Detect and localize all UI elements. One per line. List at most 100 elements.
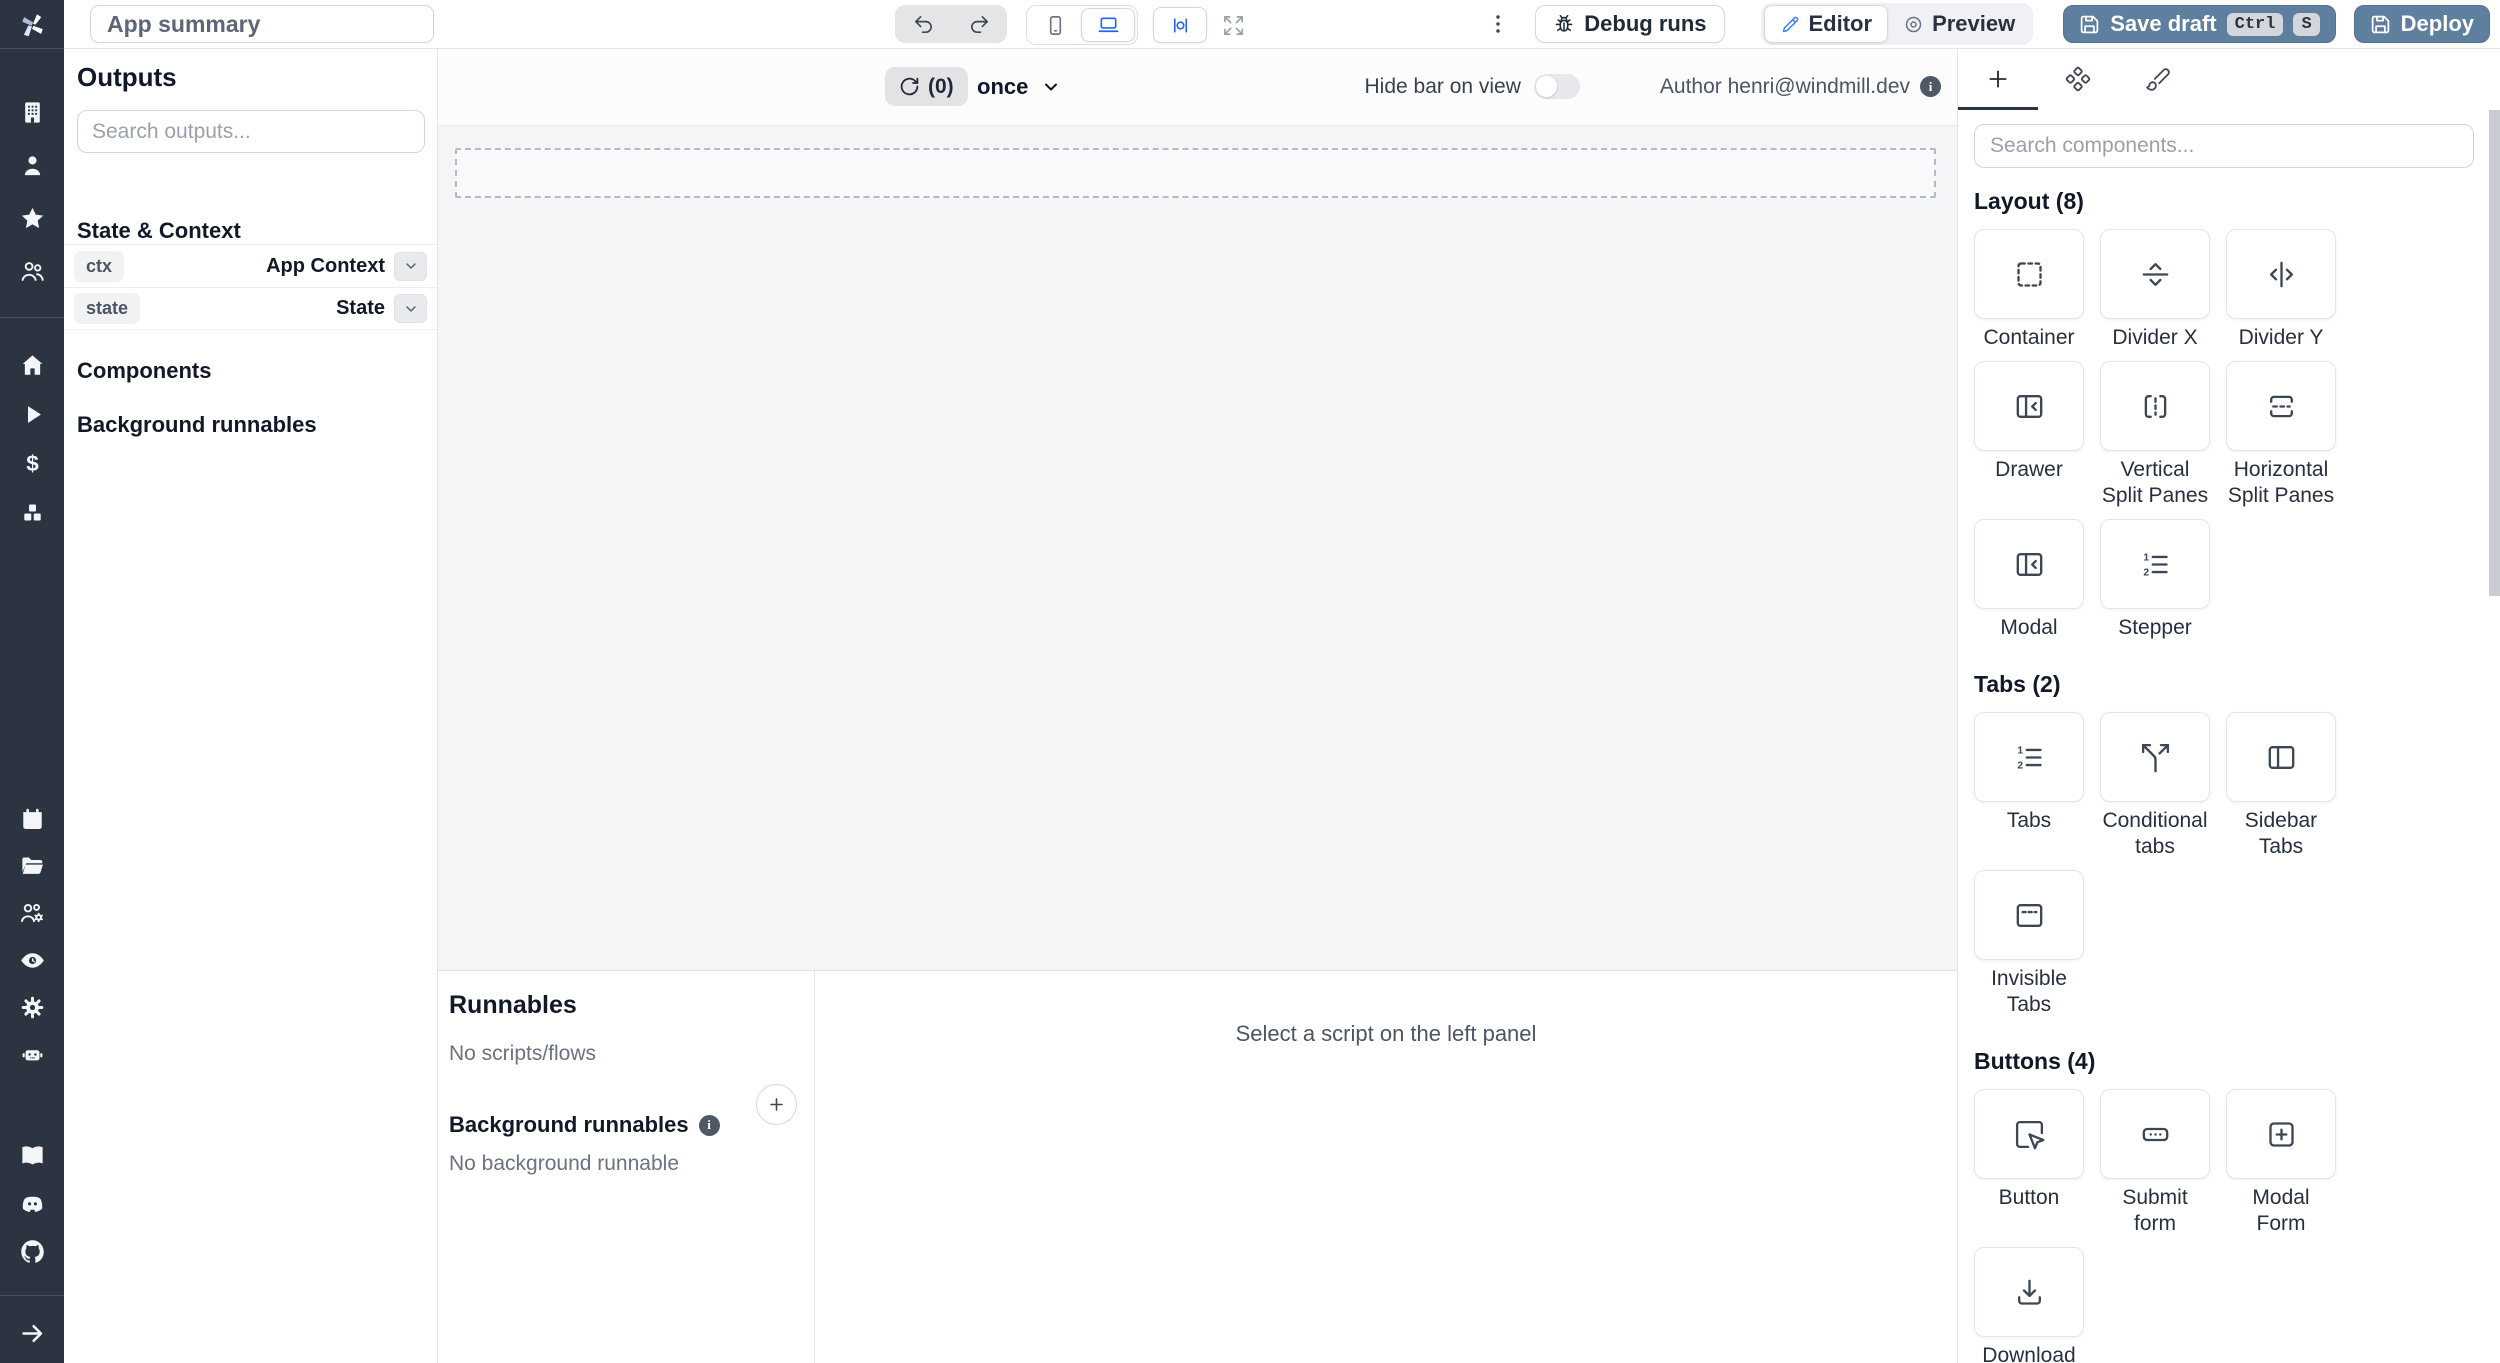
bottom-panel: Runnables No scripts/flows Background ru… xyxy=(437,970,1957,1363)
panel-left-close-icon xyxy=(2013,548,2046,581)
component-card-container[interactable] xyxy=(1974,229,2084,319)
component-card-stepper[interactable] xyxy=(2100,519,2210,609)
undo-button[interactable] xyxy=(895,5,951,43)
ctx-expand-button[interactable] xyxy=(394,251,427,281)
component-card-modal-form[interactable] xyxy=(2226,1089,2336,1179)
search-components-input[interactable] xyxy=(1974,124,2474,168)
component-card-submit-form[interactable] xyxy=(2100,1089,2210,1179)
sidebar-item-discord[interactable] xyxy=(0,1179,64,1227)
list-ordered-icon xyxy=(2013,741,2046,774)
sidebar-item-workers[interactable] xyxy=(0,890,64,937)
info-icon[interactable] xyxy=(698,1114,720,1136)
component-card-button[interactable] xyxy=(1974,1089,2084,1179)
component-item-drawer: Drawer xyxy=(1974,361,2084,509)
windmill-logo-icon[interactable] xyxy=(0,6,64,44)
book-icon xyxy=(19,1142,46,1169)
eye-icon xyxy=(19,947,46,974)
component-card-tabs[interactable] xyxy=(1974,712,2084,802)
desktop-view-button[interactable] xyxy=(1081,8,1135,42)
component-card-divider-y[interactable] xyxy=(2226,229,2336,319)
sidebar-item-favorites[interactable] xyxy=(0,192,64,245)
components-panel: Layout (8) Container Divider X Divider Y Dra… xyxy=(1957,48,2500,1363)
user-icon xyxy=(19,152,46,179)
component-item-stepper: Stepper xyxy=(2100,519,2210,641)
kebab-icon xyxy=(1486,12,1510,36)
refresh-count-button[interactable]: (0) xyxy=(885,67,968,106)
section-title-tabs-2: Tabs (2) xyxy=(1974,671,2061,697)
author-label: Author henri@windmill.dev xyxy=(1659,74,1910,98)
fullwidth-canvas-button[interactable] xyxy=(1207,6,1259,44)
deploy-label: Deploy xyxy=(2400,11,2474,36)
component-card-invisible-tabs[interactable] xyxy=(1974,870,2084,960)
schedule-mode-dropdown[interactable]: once xyxy=(977,67,1061,106)
sidebar-item-audit-logs[interactable] xyxy=(0,937,64,984)
component-card-conditional-tabs[interactable] xyxy=(2100,712,2210,802)
topbar-actions: Debug runs Editor Preview Save draft Ctr… xyxy=(1478,0,2500,48)
center-canvas-button[interactable] xyxy=(1153,7,1207,43)
component-item-horizontal-split-panes: Horizontal Split Panes xyxy=(2226,361,2336,509)
redo-button[interactable] xyxy=(951,5,1007,43)
deploy-button[interactable]: Deploy xyxy=(2353,5,2490,43)
section-title-layout-8: Layout (8) xyxy=(1974,188,2084,214)
background-runnables-empty-text: No background runnable xyxy=(449,1152,679,1175)
canvas-empty-drop-row[interactable] xyxy=(455,148,1936,198)
tab-editor[interactable]: Editor xyxy=(1763,5,1889,43)
component-item-modal-form: Modal Form xyxy=(2226,1089,2336,1237)
sidebar-item-folders[interactable] xyxy=(0,843,64,890)
paintbrush-icon xyxy=(2145,66,2171,92)
component-label-download-button: Download Button xyxy=(1982,1344,2076,1363)
component-card-sidebar-tabs[interactable] xyxy=(2226,712,2336,802)
state-expand-button[interactable] xyxy=(394,294,427,323)
sidebar-item-home[interactable] xyxy=(0,341,64,390)
sidebar-item-docs[interactable] xyxy=(0,1131,64,1179)
component-label-submit-form: Submit form xyxy=(2122,1186,2188,1235)
editor-preview-segment: Editor Preview xyxy=(1760,3,2034,45)
output-row-state[interactable]: state State xyxy=(64,287,437,330)
boxes-icon xyxy=(19,499,46,526)
sidebar-item-runs[interactable] xyxy=(0,390,64,439)
component-item-invisible-tabs: Invisible Tabs xyxy=(1974,870,2084,1018)
building-icon xyxy=(19,99,46,126)
sidebar-item-github[interactable] xyxy=(0,1227,64,1275)
redo-icon xyxy=(968,13,991,36)
component-card-vertical-split-panes[interactable] xyxy=(2100,361,2210,451)
output-row-ctx[interactable]: ctx App Context xyxy=(64,244,437,287)
save-draft-button[interactable]: Save draft Ctrl S xyxy=(2063,5,2336,43)
separator-vertical-icon xyxy=(2265,258,2298,291)
chevron-down-icon xyxy=(403,301,419,317)
component-card-drawer[interactable] xyxy=(1974,361,2084,451)
search-outputs-input[interactable] xyxy=(77,110,425,153)
mobile-view-button[interactable] xyxy=(1029,6,1081,44)
app-summary-input[interactable] xyxy=(90,5,434,43)
tab-theme[interactable] xyxy=(2118,48,2198,110)
sidebar-item-resources[interactable] xyxy=(0,488,64,537)
component-item-submit-form: Submit form xyxy=(2100,1089,2210,1237)
component-card-download-button[interactable] xyxy=(1974,1247,2084,1337)
sidebar-item-user[interactable] xyxy=(0,139,64,192)
component-item-sidebar-tabs: Sidebar Tabs xyxy=(2226,712,2336,860)
sidebar-item-groups[interactable] xyxy=(0,245,64,298)
add-background-runnable-button[interactable] xyxy=(756,1084,797,1125)
component-label-container: Container xyxy=(1983,326,2075,349)
sidebar-item-variables[interactable] xyxy=(0,439,64,488)
home-icon xyxy=(19,352,46,379)
debug-runs-button[interactable]: Debug runs xyxy=(1535,5,1725,43)
component-card-horizontal-split-panes[interactable] xyxy=(2226,361,2336,451)
sidebar-item-settings[interactable] xyxy=(0,984,64,1031)
hide-bar-control: Hide bar on view xyxy=(1364,74,1580,99)
tab-component-settings[interactable] xyxy=(2038,48,2118,110)
sidebar-item-schedules[interactable] xyxy=(0,796,64,843)
history-group xyxy=(895,5,1007,43)
components-scrollbar[interactable] xyxy=(2489,110,2500,596)
tab-preview[interactable]: Preview xyxy=(1888,6,2030,42)
sidebar-item-ai[interactable] xyxy=(0,1031,64,1078)
sidebar-item-workspace[interactable] xyxy=(0,86,64,139)
component-card-divider-x[interactable] xyxy=(2100,229,2210,319)
expand-sidebar-button[interactable] xyxy=(0,1309,64,1357)
tab-insert-component[interactable] xyxy=(1958,48,2038,110)
component-card-modal[interactable] xyxy=(1974,519,2084,609)
hide-bar-toggle[interactable] xyxy=(1533,74,1580,99)
more-menu-button[interactable] xyxy=(1478,4,1518,44)
info-icon[interactable] xyxy=(1920,76,1941,97)
schedule-mode-label: once xyxy=(977,73,1029,99)
